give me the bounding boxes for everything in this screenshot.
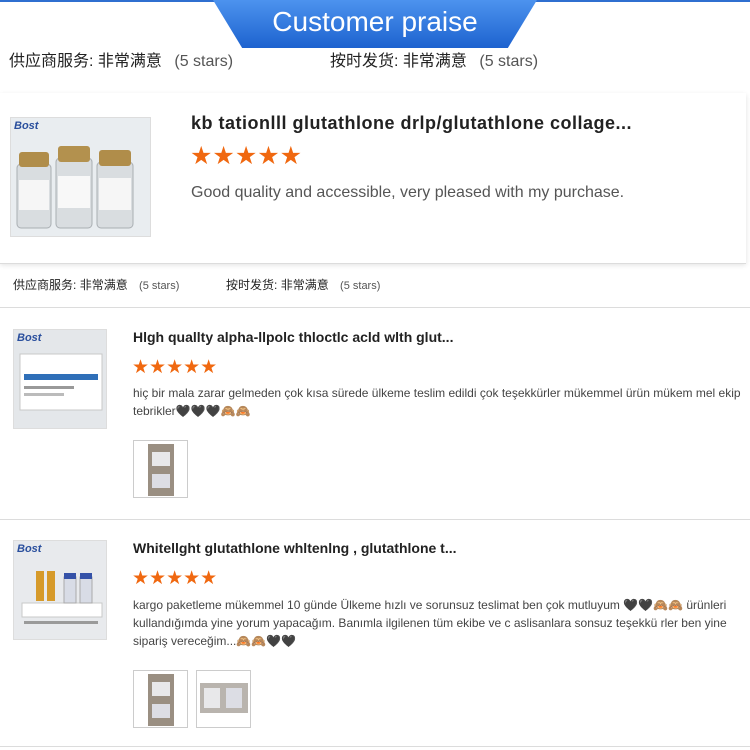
supplier-service-value: 非常满意 bbox=[79, 278, 128, 292]
divider bbox=[0, 519, 750, 520]
on-time-delivery-value: 非常满意 bbox=[402, 53, 467, 70]
featured-star-rating: ★★★★★ bbox=[190, 142, 303, 170]
brand-logo: Bost bbox=[17, 332, 42, 344]
supplier-service-rating: 供应商服务: 非常满意 (5 stars) bbox=[13, 275, 179, 296]
review-photo[interactable] bbox=[133, 670, 188, 728]
rating-summary-small: 供应商服务: 非常满意 (5 stars) 按时发货: 非常满意 (5 star… bbox=[0, 275, 750, 295]
review-product-title[interactable]: Whitellght glutathlone whltenlng , gluta… bbox=[133, 540, 457, 556]
supplier-service-label: 供应商服务: bbox=[13, 278, 77, 292]
review-product-image[interactable]: Bost bbox=[13, 540, 107, 640]
on-time-delivery-stars: (5 stars) bbox=[479, 53, 539, 70]
supplier-service-stars: (5 stars) bbox=[174, 53, 234, 70]
product-box-icon bbox=[14, 330, 106, 428]
on-time-delivery-label: 按时发货: bbox=[330, 53, 399, 70]
on-time-delivery-rating: 按时发货: 非常满意 (5 stars) bbox=[330, 50, 538, 74]
featured-review-text: Good quality and accessible, very please… bbox=[191, 184, 625, 201]
featured-product-title[interactable]: kb tationlll glutathlone drlp/glutathlon… bbox=[191, 113, 731, 134]
vial-set-icon bbox=[11, 118, 150, 236]
ampoule-set-icon bbox=[14, 541, 106, 639]
supplier-service-label: 供应商服务: bbox=[9, 53, 94, 70]
on-time-delivery-label: 按时发货: bbox=[226, 278, 278, 292]
supplier-service-value: 非常满意 bbox=[97, 53, 162, 70]
divider bbox=[0, 263, 746, 264]
review-product-title[interactable]: Hlgh quallty alpha-llpolc thloctlc acld … bbox=[133, 329, 453, 345]
featured-review-card: Bost kb tationlll glutathlone drlp/gluta… bbox=[0, 93, 746, 263]
rating-summary: 供应商服务: 非常满意 (5 stars) 按时发货: 非常满意 (5 star… bbox=[0, 50, 750, 74]
divider bbox=[0, 307, 750, 308]
review-photo[interactable] bbox=[196, 670, 251, 728]
page-title: Customer praise bbox=[272, 6, 478, 37]
supplier-service-rating: 供应商服务: 非常满意 (5 stars) bbox=[9, 50, 233, 74]
review-photo[interactable] bbox=[133, 440, 188, 498]
review-product-image[interactable]: Bost bbox=[13, 329, 107, 429]
divider bbox=[0, 746, 750, 747]
review-star-rating: ★★★★★ bbox=[132, 357, 218, 378]
brand-logo: Bost bbox=[17, 543, 42, 555]
supplier-service-stars: (5 stars) bbox=[139, 280, 180, 292]
on-time-delivery-rating: 按时发货: 非常满意 (5 stars) bbox=[226, 275, 380, 296]
on-time-delivery-stars: (5 stars) bbox=[340, 280, 381, 292]
brand-logo: Bost bbox=[14, 120, 39, 132]
on-time-delivery-value: 非常满意 bbox=[280, 278, 329, 292]
review-text: kargo paketleme mükemmel 10 günde Ülkeme… bbox=[133, 598, 727, 648]
featured-product-image[interactable]: Bost bbox=[10, 117, 151, 237]
review-text: hiç bir mala zarar gelmeden çok kısa sür… bbox=[133, 386, 741, 418]
review-star-rating: ★★★★★ bbox=[132, 568, 218, 589]
